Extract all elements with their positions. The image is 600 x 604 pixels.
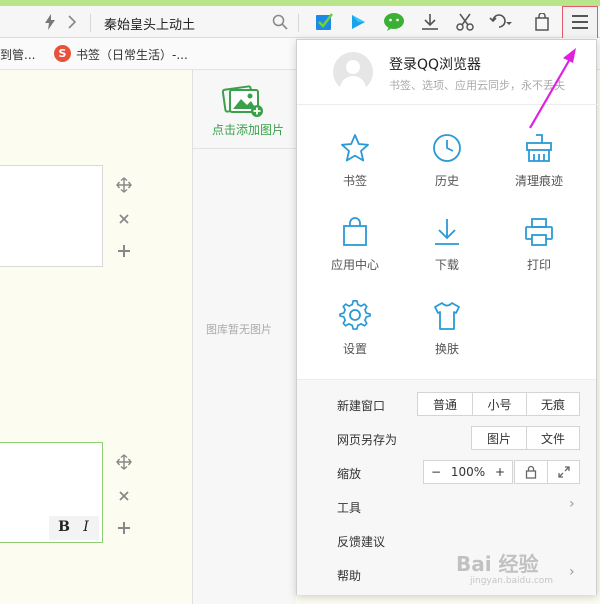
bookmark-item[interactable]: 书签（日常生活）-...	[76, 46, 188, 63]
lock-icon	[525, 465, 537, 479]
new-window-small-button[interactable]: 小号	[472, 393, 526, 415]
browser-toolbar: 秦始皇头上动土	[0, 6, 600, 38]
menu-item-label: 下载	[434, 258, 459, 272]
save-as-image-button[interactable]: 图片	[472, 427, 526, 449]
fullscreen-button[interactable]	[547, 461, 579, 483]
save-as-file-button[interactable]: 文件	[526, 427, 579, 449]
close-icon[interactable]	[115, 487, 133, 505]
zoom-label: 缩放	[337, 467, 362, 481]
toolbar-divider	[298, 14, 299, 32]
close-icon[interactable]	[115, 210, 133, 228]
image-library-panel	[193, 70, 296, 604]
add-image-label[interactable]: 点击添加图片	[212, 121, 284, 138]
new-window-normal-button[interactable]: 普通	[418, 393, 472, 415]
toolbar-divider	[90, 14, 91, 32]
menu-item-label: 清理痕迹	[514, 174, 563, 188]
menu-item-label: 换肤	[434, 342, 459, 356]
expand-icon	[557, 466, 570, 478]
bold-button[interactable]: B	[53, 516, 75, 538]
search-icon[interactable]	[268, 10, 292, 34]
move-icon[interactable]	[115, 176, 133, 194]
menu-item-print[interactable]: 打印	[493, 216, 585, 288]
new-window-label: 新建窗口	[337, 399, 386, 413]
zoom-lock-button[interactable]	[515, 461, 547, 483]
menu-item-history[interactable]: 历史	[401, 132, 493, 204]
scissors-icon[interactable]	[453, 10, 477, 34]
zoom-out-button[interactable]: −	[424, 461, 448, 483]
zoom-control: − 100% +	[423, 460, 513, 484]
menu-item-bookmarks[interactable]: 书签	[309, 132, 401, 204]
star-icon	[341, 134, 369, 162]
tshirt-icon	[434, 302, 460, 330]
move-icon[interactable]	[115, 453, 133, 471]
text-block-active[interactable]: B I	[0, 442, 103, 543]
zoom-extra-controls	[514, 460, 580, 484]
new-window-options: 普通 小号 无痕	[417, 392, 580, 416]
empty-gallery-label: 图库暂无图片	[206, 323, 272, 336]
address-bar-text[interactable]: 秦始皇头上动土	[104, 14, 195, 33]
panel-separator	[193, 148, 296, 149]
italic-button[interactable]: I	[75, 516, 97, 538]
tools-menu-item[interactable]: 工具	[337, 499, 361, 516]
menu-item-settings[interactable]: 设置	[309, 300, 401, 372]
login-section[interactable]: 登录QQ浏览器 书签、选项、应用云同步，永不丢失	[297, 40, 598, 105]
menu-item-clear-traces[interactable]: 清理痕迹	[493, 132, 585, 204]
text-block[interactable]	[0, 165, 103, 267]
chevron-right-icon[interactable]	[60, 10, 84, 34]
menu-item-app-center[interactable]: 应用中心	[309, 216, 401, 288]
menu-item-label: 应用中心	[330, 258, 379, 272]
wechat-icon[interactable]	[382, 10, 406, 34]
gear-icon	[339, 300, 371, 330]
chevron-right-icon: ›	[569, 564, 575, 580]
clock-icon	[433, 134, 461, 162]
menu-item-skin[interactable]: 换肤	[401, 300, 493, 372]
format-toolbar: B I	[49, 516, 99, 540]
menu-options-section: 新建窗口 普通 小号 无痕 网页另存为 图片 文件 缩放 − 100% + 工具…	[297, 379, 596, 595]
add-image-icon[interactable]	[221, 84, 264, 118]
video-play-icon[interactable]	[346, 10, 370, 34]
save-as-options: 图片 文件	[471, 426, 580, 450]
login-title[interactable]: 登录QQ浏览器	[389, 54, 481, 74]
sogou-logo-icon: S	[54, 45, 71, 62]
feedback-menu-item[interactable]: 反馈建议	[337, 533, 385, 550]
zoom-in-button[interactable]: +	[488, 461, 512, 483]
bookmark-item[interactable]: 到管...	[0, 46, 35, 63]
watermark-url: jingyan.baidu.com	[470, 576, 554, 586]
chevron-right-icon: ›	[569, 496, 575, 512]
menu-item-download[interactable]: 下载	[401, 216, 493, 288]
new-window-incognito-button[interactable]: 无痕	[526, 393, 579, 415]
menu-item-label: 书签	[342, 174, 367, 188]
bag-icon[interactable]	[530, 10, 554, 34]
add-icon[interactable]	[115, 242, 133, 260]
menu-item-label: 打印	[526, 258, 551, 272]
watermark-brand: Bai 经验	[456, 552, 539, 576]
browser-main-menu: 登录QQ浏览器 书签、选项、应用云同步，永不丢失 书签 历史 清理痕迹 应用中心…	[296, 39, 598, 595]
login-subtitle: 书签、选项、应用云同步，永不丢失	[389, 79, 565, 92]
undo-icon[interactable]	[489, 10, 513, 34]
lightning-icon[interactable]	[38, 10, 62, 34]
download-icon[interactable]	[418, 10, 442, 34]
menu-item-label: 设置	[342, 342, 367, 356]
add-icon[interactable]	[115, 519, 133, 537]
download-icon	[435, 219, 459, 245]
checklist-icon[interactable]	[312, 10, 336, 34]
help-menu-item[interactable]: 帮助	[337, 567, 361, 584]
zoom-value: 100%	[450, 465, 486, 479]
shopping-bag-icon	[343, 217, 367, 246]
printer-icon	[525, 218, 553, 246]
save-as-label: 网页另存为	[337, 433, 398, 447]
broom-icon	[526, 134, 552, 162]
avatar-icon	[333, 52, 373, 92]
menu-item-label: 历史	[434, 174, 459, 188]
